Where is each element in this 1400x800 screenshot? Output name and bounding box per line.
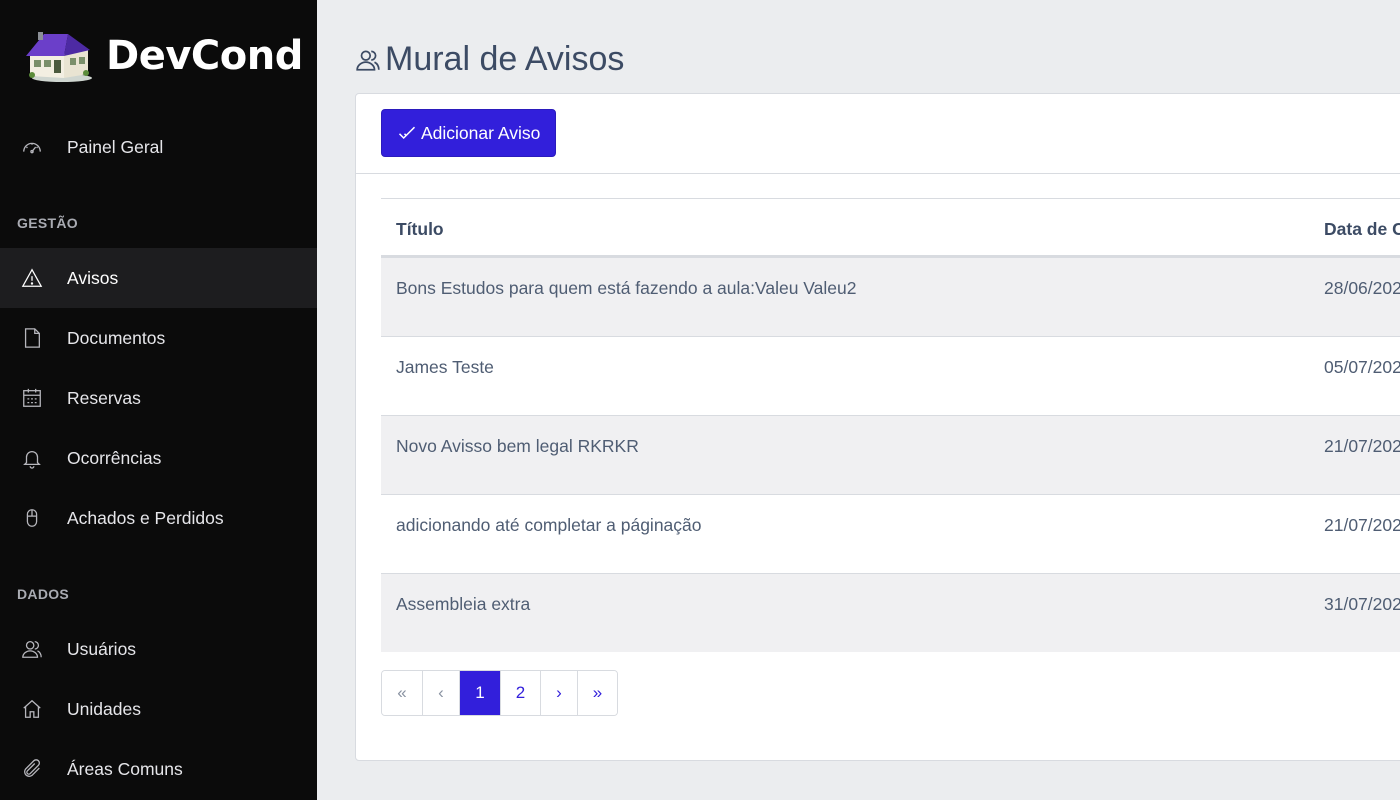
pagination-last-button[interactable]: » — [578, 671, 617, 715]
pagination-prev-button[interactable]: ‹ — [423, 671, 460, 715]
pagination-next-button[interactable]: › — [541, 671, 578, 715]
card-header: Adicionar Aviso — [356, 94, 1400, 174]
table-header-row: Título Data de C — [381, 199, 1400, 257]
sidebar-item-achados-e-perdidos[interactable]: Achados e Perdidos — [0, 488, 317, 548]
add-notice-button-label: Adicionar Aviso — [421, 122, 541, 143]
column-header-date[interactable]: Data de C — [1324, 219, 1400, 240]
pagination: « ‹ 1 2 › » — [381, 670, 618, 716]
sidebar-item-label: Reservas — [67, 387, 141, 408]
users-icon — [20, 637, 44, 661]
sidebar-item-documentos[interactable]: Documentos — [0, 308, 317, 368]
sidebar-item-label: Documentos — [67, 327, 166, 348]
sidebar: DevCond Painel Geral GESTÃO Avisos Docum… — [0, 0, 317, 800]
sidebar-item-label: Usuários — [67, 638, 137, 659]
sidebar-section-title-dados: DADOS — [17, 586, 70, 602]
warning-icon — [20, 266, 44, 290]
sidebar-item-avisos[interactable]: Avisos — [0, 248, 317, 308]
cell-title: Bons Estudos para quem está fazendo a au… — [396, 278, 857, 298]
column-header-title[interactable]: Título — [396, 219, 444, 240]
cell-title: James Teste — [396, 357, 494, 377]
pagination-page-2[interactable]: 2 — [501, 671, 541, 715]
notices-table: Título Data de C Bons Estudos para quem … — [381, 198, 1400, 652]
speedometer-icon — [20, 135, 44, 159]
sidebar-item-areas-comuns[interactable]: Áreas Comuns — [0, 739, 317, 799]
check-icon — [398, 126, 416, 140]
add-notice-button[interactable]: Adicionar Aviso — [381, 109, 557, 157]
calendar-icon — [20, 386, 44, 410]
cell-title: Assembleia extra — [396, 594, 531, 614]
sidebar-item-unidades[interactable]: Unidades — [0, 679, 317, 739]
cell-date: 28/06/202 — [1324, 278, 1400, 298]
file-icon — [20, 326, 44, 350]
bell-icon — [20, 446, 44, 470]
brand[interactable]: DevCond — [24, 28, 303, 84]
table-row[interactable]: Assembleia extra 31/07/202 — [381, 573, 1400, 652]
sidebar-item-usuarios[interactable]: Usuários — [0, 619, 317, 679]
cell-date: 05/07/202 — [1324, 357, 1400, 377]
sidebar-item-label: Avisos — [67, 267, 119, 288]
cell-date: 21/07/202 — [1324, 436, 1400, 456]
sidebar-item-ocorrencias[interactable]: Ocorrências — [0, 428, 317, 488]
table-row[interactable]: James Teste 05/07/202 — [381, 336, 1400, 415]
cell-title: Novo Avisso bem legal RKRKR — [396, 436, 639, 456]
table-row[interactable]: Novo Avisso bem legal RKRKR 21/07/202 — [381, 415, 1400, 494]
house-logo-icon — [26, 32, 92, 82]
paperclip-icon — [20, 757, 44, 781]
cell-title: adicionando até completar a páginação — [396, 515, 702, 535]
sidebar-item-label: Achados e Perdidos — [67, 507, 224, 528]
mouse-icon — [20, 506, 44, 530]
table-row[interactable]: Bons Estudos para quem está fazendo a au… — [381, 257, 1400, 336]
sidebar-item-label: Áreas Comuns — [67, 758, 183, 779]
home-icon — [20, 697, 44, 721]
sidebar-item-label: Unidades — [67, 698, 141, 719]
brand-name: DevCond — [106, 33, 303, 79]
page-header: Mural de Avisos — [355, 40, 624, 79]
pagination-first-button[interactable]: « — [382, 671, 423, 715]
cell-date: 31/07/202 — [1324, 594, 1400, 614]
notices-card: Adicionar Aviso Título Data de C Bons Es… — [355, 93, 1400, 761]
sidebar-item-label: Ocorrências — [67, 447, 162, 468]
cell-date: 21/07/202 — [1324, 515, 1400, 535]
table-row[interactable]: adicionando até completar a páginação 21… — [381, 494, 1400, 573]
pagination-page-1[interactable]: 1 — [460, 671, 501, 715]
sidebar-section-title-gestao: GESTÃO — [17, 215, 78, 231]
sidebar-item-label: Painel Geral — [67, 136, 164, 157]
sidebar-item-reservas[interactable]: Reservas — [0, 368, 317, 428]
people-icon — [356, 49, 380, 71]
sidebar-item-painel-geral[interactable]: Painel Geral — [0, 117, 317, 177]
page-title: Mural de Avisos — [385, 40, 625, 78]
